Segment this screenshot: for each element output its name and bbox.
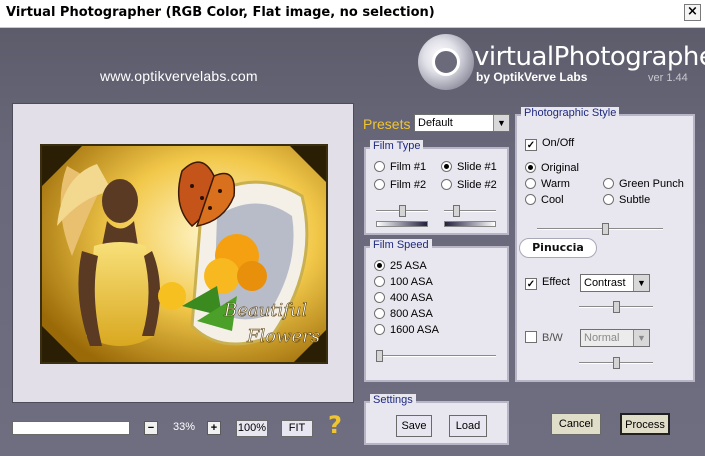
style-option-green-punch[interactable]: Green Punch xyxy=(603,178,684,191)
logo-icon xyxy=(418,34,474,90)
radio-icon xyxy=(374,292,385,303)
style-option-warm[interactable]: Warm xyxy=(525,178,570,191)
window-titlebar: Virtual Photographer (RGB Color, Flat im… xyxy=(0,0,705,28)
radio-selected-icon xyxy=(441,161,452,172)
chevron-down-icon: ▼ xyxy=(493,115,509,131)
load-button[interactable]: Load xyxy=(449,415,487,437)
zoom-fit-button[interactable]: FIT xyxy=(281,420,313,437)
radio-icon xyxy=(374,161,385,172)
film-speed-slider[interactable] xyxy=(376,350,496,362)
radio-icon xyxy=(603,178,614,189)
website-link[interactable]: www.optikvervelabs.com xyxy=(100,68,258,84)
logo-text: virtualPhotographer xyxy=(474,42,705,72)
progress-field xyxy=(12,421,130,435)
help-icon[interactable]: ? xyxy=(328,411,342,439)
film-type-option-slide2[interactable]: Slide #2 xyxy=(441,179,497,192)
film-type-option-slide1[interactable]: Slide #1 xyxy=(441,161,497,174)
film-speed-legend: Film Speed xyxy=(370,239,432,251)
radio-icon xyxy=(525,194,536,205)
checkmark-icon: ✓ xyxy=(525,278,537,290)
chevron-down-icon: ▼ xyxy=(633,330,649,346)
settings-legend: Settings xyxy=(370,394,416,406)
film-speed-option-100[interactable]: 100 ASA xyxy=(374,276,433,289)
film-type-option-film1[interactable]: Film #1 xyxy=(374,161,426,174)
style-strength-slider[interactable] xyxy=(537,223,663,235)
onoff-checkbox[interactable]: ✓ On/Off xyxy=(525,137,574,151)
zoom-in-button[interactable]: + xyxy=(207,421,221,435)
radio-icon xyxy=(441,179,452,190)
save-button[interactable]: Save xyxy=(396,415,432,437)
style-option-cool[interactable]: Cool xyxy=(525,194,564,207)
effect-checkbox[interactable]: ✓ Effect xyxy=(525,276,570,290)
film-type-option-film2[interactable]: Film #2 xyxy=(374,179,426,192)
film-type-panel: Film Type Film #1 Slide #1 Film #2 Slide… xyxy=(364,140,509,235)
main-area: www.optikvervelabs.com virtualPhotograph… xyxy=(0,28,705,456)
film-speed-option-1600[interactable]: 1600 ASA xyxy=(374,324,439,337)
zoom-out-button[interactable]: − xyxy=(144,421,158,435)
bw-slider[interactable] xyxy=(579,357,653,369)
close-button[interactable]: × xyxy=(684,4,701,21)
radio-icon xyxy=(374,308,385,319)
checkbox-empty-icon xyxy=(525,331,537,343)
pinuccia-badge: Pinuccia xyxy=(519,238,597,258)
radio-icon xyxy=(374,324,385,335)
bw-checkbox[interactable]: B/W xyxy=(525,331,563,345)
style-option-original[interactable]: Original xyxy=(525,162,579,175)
effect-value: Contrast xyxy=(584,277,626,289)
radio-selected-icon xyxy=(525,162,536,173)
preview-image: Beautiful Flowers xyxy=(40,144,328,364)
bw-value: Normal xyxy=(584,332,620,344)
preview-caption-1: Beautiful xyxy=(223,300,307,321)
window-title: Virtual Photographer (RGB Color, Flat im… xyxy=(6,5,435,20)
film-speed-option-800[interactable]: 800 ASA xyxy=(374,308,433,321)
film-type-slider-2[interactable] xyxy=(444,205,496,217)
photographic-style-legend: Photographic Style xyxy=(521,107,620,119)
version-label: ver 1.44 xyxy=(648,72,688,84)
effect-slider[interactable] xyxy=(579,301,653,313)
film-speed-option-25[interactable]: 25 ASA xyxy=(374,260,427,273)
checkmark-icon: ✓ xyxy=(525,139,537,151)
chevron-down-icon: ▼ xyxy=(633,275,649,291)
film-type-legend: Film Type xyxy=(370,140,424,152)
film-speed-option-400[interactable]: 400 ASA xyxy=(374,292,433,305)
preview-artwork: Beautiful Flowers xyxy=(42,146,326,362)
preview-pane: Beautiful Flowers xyxy=(12,103,354,403)
film-speed-panel: Film Speed 25 ASA 100 ASA 400 ASA 800 AS… xyxy=(364,239,509,382)
presets-dropdown[interactable]: Default ▼ xyxy=(414,114,510,132)
process-button[interactable]: Process xyxy=(620,413,670,435)
radio-selected-icon xyxy=(374,260,385,271)
film-type-slider-1[interactable] xyxy=(376,205,428,217)
film-type-gradient-1 xyxy=(376,221,428,227)
presets-label: Presets xyxy=(363,116,411,132)
settings-panel: Settings Save Load xyxy=(364,394,509,445)
zoom-level: 33% xyxy=(172,421,196,433)
radio-icon xyxy=(603,194,614,205)
zoom-100-button[interactable]: 100% xyxy=(236,420,268,437)
cancel-button[interactable]: Cancel xyxy=(551,413,601,435)
preview-caption-2: Flowers xyxy=(246,326,320,347)
radio-icon xyxy=(374,179,385,190)
effect-dropdown[interactable]: Contrast ▼ xyxy=(580,274,650,292)
logo-subtitle: by OptikVerve Labs xyxy=(476,70,588,84)
style-option-subtle[interactable]: Subtle xyxy=(603,194,650,207)
presets-value: Default xyxy=(418,117,453,129)
radio-icon xyxy=(525,178,536,189)
bw-dropdown[interactable]: Normal ▼ xyxy=(580,329,650,347)
film-type-gradient-2 xyxy=(444,221,496,227)
radio-icon xyxy=(374,276,385,287)
